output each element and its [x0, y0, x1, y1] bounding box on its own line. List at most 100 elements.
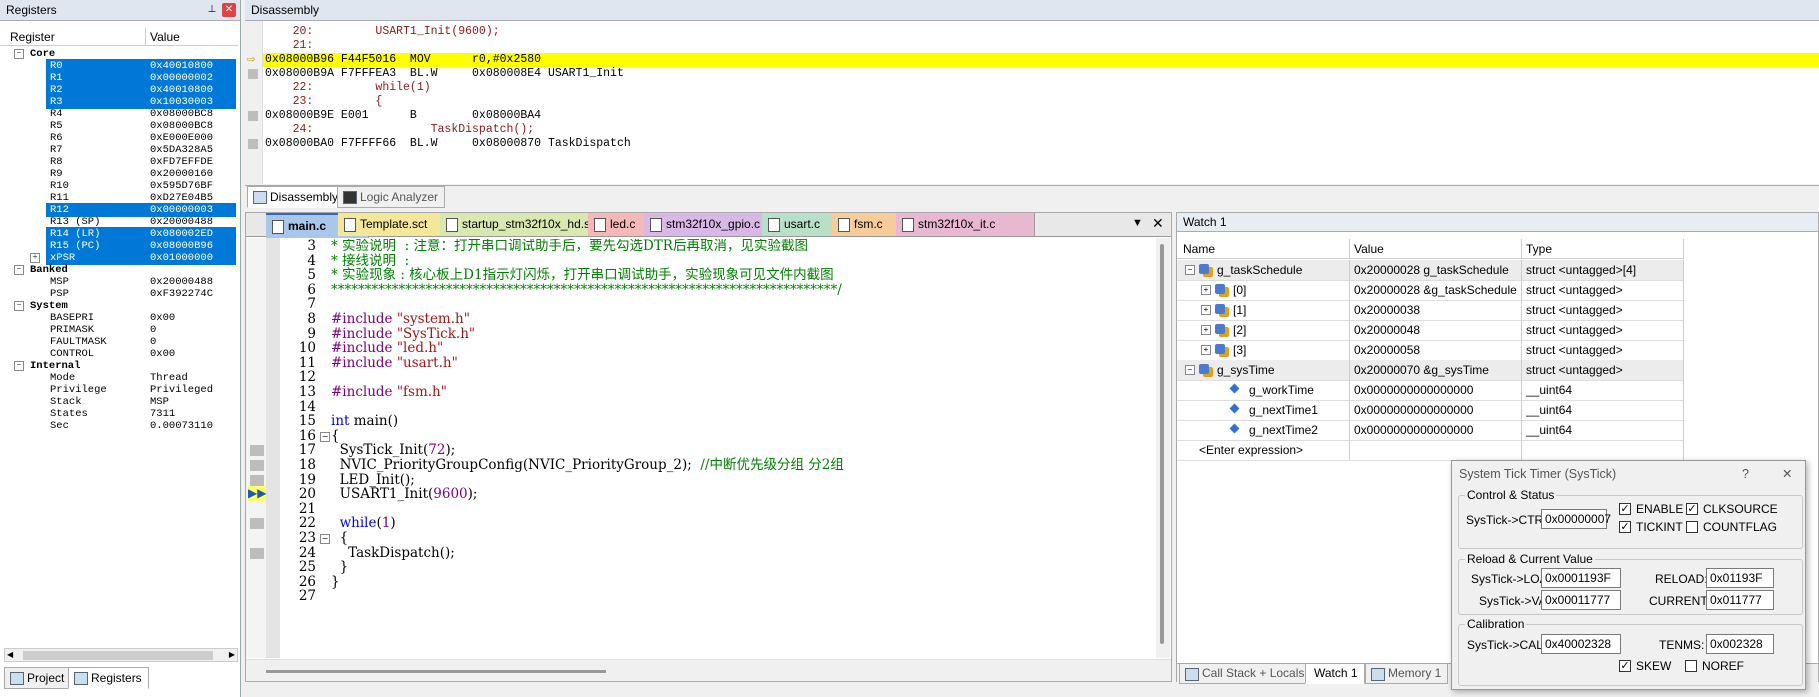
watch-row[interactable]: − g_sysTime 0x20000070 &g_sysTime struct <u… [1177, 360, 1684, 381]
close-file-icon[interactable]: ✕ [1152, 215, 1164, 232]
code-line[interactable]: 23 {− [246, 531, 1151, 546]
tab-disassembly[interactable]: Disassembly [247, 186, 346, 208]
code-line[interactable]: 25 } [246, 560, 1151, 575]
noref-checkbox[interactable] [1685, 660, 1697, 672]
code-line[interactable]: 5 * 实验现象 : 核心板上D1指示灯闪烁，打开串口调试助手，实验现象可见文件内… [246, 268, 1151, 283]
expand-icon[interactable]: + [30, 253, 40, 263]
disassembly-line[interactable]: 21: [265, 39, 320, 53]
watch-row[interactable]: − g_taskSchedule 0x20000028 g_taskSchedule… [1177, 260, 1684, 281]
watch-row[interactable]: + [1] 0x20000038 struct <untagged> [1177, 300, 1684, 321]
code-line[interactable]: 12 [246, 370, 1151, 385]
watch-row[interactable]: g_nextTime1 0x0000000000000000 __uint64 [1177, 400, 1684, 421]
collapse-icon[interactable]: − [1185, 365, 1195, 375]
code-area[interactable]: 3 * 实验说明 : 注意：打开串口调试助手后，要先勾选DTR后再取消，见实验截图… [246, 239, 1151, 659]
ctrl-input[interactable]: 0x00000007 [1541, 509, 1611, 529]
code-text: } [331, 575, 340, 590]
tickint-label: TICKINT [1636, 520, 1683, 534]
code-line[interactable]: 3 * 实验说明 : 注意：打开串口调试助手后，要先勾选DTR后再取消，见实验截图 [246, 239, 1151, 254]
disassembly-view[interactable]: 20: USART1_Init(9600); 21: ⇨ 0x08000B96 F… [245, 21, 1819, 184]
code-line[interactable]: 7 [246, 297, 1151, 312]
watch-value[interactable]: 0x20000058 [1354, 340, 1519, 360]
watch-row[interactable]: <Enter expression> [1177, 440, 1684, 461]
disassembly-line[interactable]: 0x08000B9A F7FFFEA3 BL.W 0x080008E4 USAR… [265, 67, 624, 81]
tickint-checkbox[interactable]: ✓ [1619, 521, 1631, 533]
current-input[interactable]: 0x011777 [1706, 590, 1774, 610]
registers-hscrollbar[interactable]: ◀ ▶ [4, 648, 238, 662]
watch-value[interactable]: 0x0000000000000000 [1354, 420, 1519, 440]
watch-value[interactable] [1354, 440, 1519, 460]
code-line[interactable]: 11 #include "usart.h" [246, 356, 1151, 371]
collapse-icon[interactable]: − [1185, 265, 1195, 275]
disassembly-line[interactable]: 23: { [265, 95, 383, 109]
code-line[interactable]: 20 USART1_Init(9600); ▶▶ [246, 486, 1151, 502]
registers-tree: − Core R0 0x40010800 R1 0x00000002 R2 0x4001080… [0, 47, 238, 647]
watch-row[interactable]: + [0] 0x20000028 &g_taskSchedule struct <un… [1177, 280, 1684, 301]
file-tab-stm32f10x-it-c[interactable]: stm32f10x_it.c [896, 213, 1035, 236]
expand-icon[interactable]: + [1201, 345, 1211, 355]
code-token: #include [331, 384, 397, 400]
control-status-group: Control & Status SysTick->CTRL: 0x000000… [1458, 488, 1803, 549]
register-row[interactable]: Sec 0.00073110 [0, 419, 238, 433]
code-line[interactable]: 13 #include "fsm.h" [246, 385, 1151, 400]
tab-watch-1[interactable]: Watch 1 [1305, 663, 1365, 684]
code-line[interactable]: 26} [246, 575, 1151, 590]
watch-value[interactable]: 0x20000048 [1354, 320, 1519, 340]
code-line[interactable]: 6 ***************************************… [246, 283, 1151, 298]
code-line[interactable]: 24 TaskDispatch(); [246, 546, 1151, 561]
fold-icon[interactable]: − [320, 432, 330, 442]
pin-icon[interactable]: ⊥ [205, 3, 219, 17]
disassembly-line[interactable]: 0x08000B9E E001 B 0x08000BA4 [265, 109, 541, 123]
watch-value[interactable]: 0x20000028 &g_taskSchedule [1354, 280, 1519, 300]
dialog-close-button[interactable]: ✕ [1782, 461, 1792, 487]
disassembly-line[interactable]: 22: while(1) [265, 81, 431, 95]
skew-checkbox[interactable]: ✓ [1619, 660, 1631, 672]
close-icon[interactable]: ✕ [222, 3, 236, 17]
watch-row[interactable]: g_workTime 0x0000000000000000 __uint64 [1177, 380, 1684, 401]
enable-checkbox[interactable]: ✓ [1619, 503, 1631, 515]
calib-input[interactable]: 0x40002328 [1541, 634, 1621, 654]
disassembly-line[interactable]: 20: USART1_Init(9600); [265, 25, 500, 39]
countflag-checkbox[interactable] [1686, 521, 1698, 533]
watch-row[interactable]: + [3] 0x20000058 struct <untagged> [1177, 340, 1684, 361]
expand-icon[interactable]: + [1201, 325, 1211, 335]
tenms-input[interactable]: 0x002328 [1706, 634, 1774, 654]
load-input[interactable]: 0x0001193F [1541, 568, 1621, 588]
collapse-icon[interactable]: − [14, 49, 24, 59]
watch-value[interactable]: 0x20000038 [1354, 300, 1519, 320]
code-line[interactable]: 10 #include "led.h" [246, 341, 1151, 356]
disassembly-line[interactable]: 24: TaskDispatch(); [265, 123, 535, 137]
code-line[interactable]: 22 while(1) [246, 516, 1151, 531]
watch-value[interactable]: 0x0000000000000000 [1354, 380, 1519, 400]
tab-logic-analyzer[interactable]: Logic Analyzer [337, 186, 446, 208]
watch-row[interactable]: + [2] 0x20000048 struct <untagged> [1177, 320, 1684, 341]
tab-call-stack[interactable]: Call Stack + Locals [1179, 663, 1312, 684]
collapse-icon[interactable]: − [14, 301, 24, 311]
clksource-checkbox[interactable]: ✓ [1686, 503, 1698, 515]
watch-value[interactable]: 0x20000028 g_taskSchedule [1354, 260, 1519, 280]
editor-vscrollbar[interactable] [1156, 238, 1170, 658]
val-input[interactable]: 0x00011777 [1541, 590, 1621, 610]
tab-memory-1[interactable]: Memory 1 [1365, 663, 1449, 684]
watch-type: struct <untagged> [1526, 363, 1623, 377]
watch-value[interactable]: 0x0000000000000000 [1354, 400, 1519, 420]
fold-icon[interactable]: − [320, 534, 330, 544]
code-line[interactable]: 27 [246, 589, 1151, 604]
watch-row[interactable]: g_nextTime2 0x0000000000000000 __uint64 [1177, 420, 1684, 441]
code-line[interactable]: 15 int main() [246, 414, 1151, 429]
help-button[interactable]: ? [1742, 461, 1749, 487]
expand-icon[interactable]: + [1201, 285, 1211, 295]
tab-project[interactable]: Project [4, 667, 72, 689]
reload-input[interactable]: 0x01193F [1706, 568, 1774, 588]
watch-value[interactable]: 0x20000070 &g_sysTime [1354, 360, 1519, 380]
disassembly-line[interactable]: 0x08000BA0 F7FFFF66 BL.W 0x08000870 Task… [265, 137, 631, 151]
expand-icon[interactable]: + [1201, 305, 1211, 315]
collapse-icon[interactable]: − [14, 265, 24, 275]
disassembly-line[interactable]: 0x08000B96 F44F5016 MOV r0,#0x2580 [265, 53, 541, 67]
tab-list-dropdown-icon[interactable]: ▼ [1132, 217, 1143, 229]
code-line[interactable]: 17 SysTick_Init(72); [246, 443, 1151, 458]
collapse-icon[interactable]: − [14, 361, 24, 371]
editor-hscrollbar[interactable] [246, 659, 1171, 681]
tab-registers[interactable]: Registers [68, 667, 149, 689]
code-line[interactable]: 8 #include "system.h" [246, 312, 1151, 327]
code-line[interactable]: 18 NVIC_PriorityGroupConfig(NVIC_Priorit… [246, 458, 1151, 473]
